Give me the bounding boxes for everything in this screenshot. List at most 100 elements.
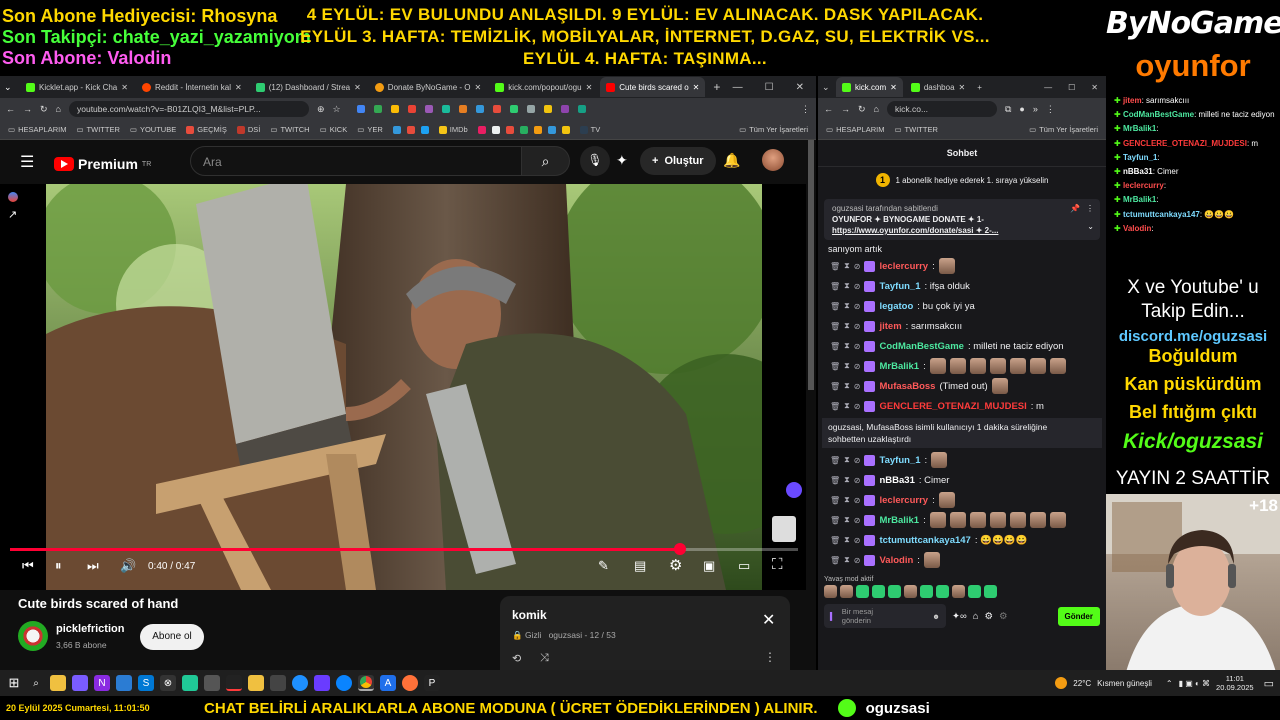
- chat-username[interactable]: MufasaBoss: [879, 381, 935, 392]
- delete-icon[interactable]: 🗑: [830, 282, 840, 291]
- pinned-link[interactable]: https://www.oyunfor.com/donate/sasi ✦ 2-…: [832, 225, 1092, 236]
- ban-icon[interactable]: ⊘: [854, 382, 861, 391]
- timeout-icon[interactable]: ⧗: [844, 475, 850, 485]
- pause-icon[interactable]: ⏸: [55, 558, 62, 574]
- ban-icon[interactable]: ⊘: [854, 516, 861, 525]
- bookmark-tv[interactable]: TV: [579, 125, 600, 134]
- delete-icon[interactable]: 🗑: [830, 402, 840, 411]
- tab-search-icon[interactable]: ⌄: [4, 82, 18, 92]
- pen-icon[interactable]: ✎: [598, 558, 609, 574]
- delete-icon[interactable]: 🗑: [830, 556, 840, 565]
- timeout-icon[interactable]: ⧗: [844, 555, 850, 565]
- delete-icon[interactable]: 🗑: [830, 456, 840, 465]
- timeout-icon[interactable]: ⧗: [844, 321, 850, 331]
- delete-icon[interactable]: 🗑: [830, 342, 840, 351]
- ban-icon[interactable]: ⊘: [854, 322, 861, 331]
- expand-pinned-icon[interactable]: ⌄: [1087, 221, 1094, 232]
- video-player[interactable]: ↗ ⏮ ⏸ ⏭ 🔊 0:40 / 0:47 ✎ ▤ ⚙ ▣ ▭ ⛶: [0, 184, 806, 590]
- firefox-icon[interactable]: [402, 675, 418, 691]
- ban-icon[interactable]: ⊘: [854, 362, 861, 371]
- timeout-icon[interactable]: ⧗: [844, 535, 850, 545]
- bookmark-youtube[interactable]: ▭ YOUTUBE: [130, 125, 176, 134]
- search-icon[interactable]: ⌕: [28, 675, 44, 691]
- tab-kick[interactable]: kick.com ✕: [836, 77, 903, 97]
- tab-youtube[interactable]: Cute birds scared o ✕: [600, 77, 706, 97]
- bookmark-hesaplarim[interactable]: ▭ HESAPLARIM: [8, 125, 66, 134]
- chat-username[interactable]: GENCLERE_OTENAZI_MUJDESI: [879, 401, 1026, 412]
- settings-gear-icon[interactable]: ⚙: [669, 556, 682, 574]
- delete-icon[interactable]: 🗑: [830, 362, 840, 371]
- create-button[interactable]: + Oluştur: [640, 147, 716, 175]
- tab-dashboard-right[interactable]: dashboa ✕: [905, 77, 971, 97]
- channel-name[interactable]: picklefriction: [56, 623, 124, 635]
- all-bookmarks[interactable]: ▭ Tüm Yer İşaretleri: [1029, 125, 1098, 134]
- weather-icon[interactable]: [1055, 677, 1068, 689]
- chat-settings-icon[interactable]: ⚙: [984, 611, 993, 622]
- back-icon[interactable]: ←: [6, 104, 15, 114]
- obs-icon[interactable]: [226, 675, 242, 691]
- pin-icon[interactable]: 📌: [1070, 203, 1080, 214]
- url-field-right[interactable]: kick.co...: [886, 101, 997, 117]
- emote-bar[interactable]: [818, 583, 1106, 600]
- avatar[interactable]: [762, 149, 784, 171]
- overlay-widget-icon[interactable]: [786, 482, 802, 498]
- points-icon[interactable]: ✦∞: [952, 611, 967, 622]
- forward-icon[interactable]: →: [841, 104, 850, 114]
- chat-input[interactable]: ▍ Bir mesaj gönderin ☻: [824, 604, 946, 628]
- shuffle-icon[interactable]: ⤨: [540, 652, 549, 665]
- app-icon-6[interactable]: [314, 675, 330, 691]
- timeout-icon[interactable]: ⧗: [844, 401, 850, 411]
- bookmark-imdb[interactable]: IMDb: [438, 125, 468, 134]
- ban-icon[interactable]: ⊘: [854, 342, 861, 351]
- close-window-icon[interactable]: ✕: [796, 82, 804, 93]
- file-explorer-icon[interactable]: [50, 675, 66, 691]
- send-button[interactable]: Gönder: [1057, 606, 1100, 626]
- ban-icon[interactable]: ⊘: [854, 402, 861, 411]
- menu-kebab-icon[interactable]: ⋮: [801, 104, 810, 115]
- volume-icon[interactable]: 🔊: [120, 558, 136, 574]
- tab-donate[interactable]: Donate ByNoGame - O ✕: [369, 77, 487, 97]
- previous-icon[interactable]: ⏮: [22, 558, 34, 574]
- ban-icon[interactable]: ⊘: [854, 456, 861, 465]
- store-icon[interactable]: ⌂: [973, 611, 979, 622]
- chat-username[interactable]: tctumuttcankaya147: [879, 535, 970, 546]
- timeout-icon[interactable]: ⧗: [844, 495, 850, 505]
- progress-bar[interactable]: [10, 543, 798, 555]
- scrollbar[interactable]: [808, 140, 814, 390]
- bookmark-star-icon[interactable]: ☆: [333, 104, 341, 115]
- bookmark-kick[interactable]: ▭ KICK: [320, 125, 348, 134]
- home-icon[interactable]: ⌂: [56, 104, 61, 114]
- reload-icon[interactable]: ↻: [858, 104, 866, 115]
- emoji-icon[interactable]: ☻: [932, 612, 940, 621]
- bookmark-dsi[interactable]: DSİ: [236, 125, 260, 134]
- app-icon-3[interactable]: [182, 675, 198, 691]
- maximize-icon[interactable]: ☐: [1068, 83, 1075, 92]
- close-window-icon[interactable]: ✕: [1091, 83, 1098, 92]
- chat-username[interactable]: MrBalik1: [879, 515, 919, 526]
- fullscreen-icon[interactable]: ⛶: [772, 556, 783, 573]
- chat-username[interactable]: leclercurry: [879, 495, 928, 506]
- app-icon-1[interactable]: [72, 675, 88, 691]
- tab-dashboard[interactable]: (12) Dashboard / Strea ✕: [250, 77, 367, 97]
- camera-icon[interactable]: [204, 675, 220, 691]
- windows-start-icon[interactable]: ⊞: [6, 675, 22, 691]
- reload-icon[interactable]: ↻: [40, 104, 48, 115]
- clock[interactable]: 11:01 20.09.2025: [1216, 674, 1254, 692]
- chat-username[interactable]: Tayfun_1: [879, 281, 920, 292]
- playlist-menu-icon[interactable]: ⋮: [764, 650, 776, 664]
- notes-icon[interactable]: [248, 675, 264, 691]
- chat-username[interactable]: Tayfun_1: [879, 455, 920, 466]
- delete-icon[interactable]: 🗑: [830, 322, 840, 331]
- chat-username[interactable]: legatoo: [879, 301, 913, 312]
- profile-icon[interactable]: ●: [1019, 104, 1024, 114]
- more-icon[interactable]: »: [1033, 104, 1038, 114]
- mod-tools-icon[interactable]: ⚙: [999, 611, 1008, 622]
- gift-leaderboard[interactable]: 1 1 abonelik hediye ederek 1. sıraya yük…: [818, 167, 1106, 193]
- ban-icon[interactable]: ⊘: [854, 302, 861, 311]
- extensions-icon[interactable]: ⧉: [1005, 104, 1011, 115]
- progress-scrubber[interactable]: [673, 543, 686, 555]
- onenote-icon[interactable]: N: [94, 675, 110, 691]
- loop-icon[interactable]: ⟲: [512, 652, 521, 665]
- skype-icon[interactable]: S: [138, 675, 154, 691]
- url-field[interactable]: youtube.com/watch?v=-B01ZLQI3_M&list=PLP…: [68, 101, 309, 117]
